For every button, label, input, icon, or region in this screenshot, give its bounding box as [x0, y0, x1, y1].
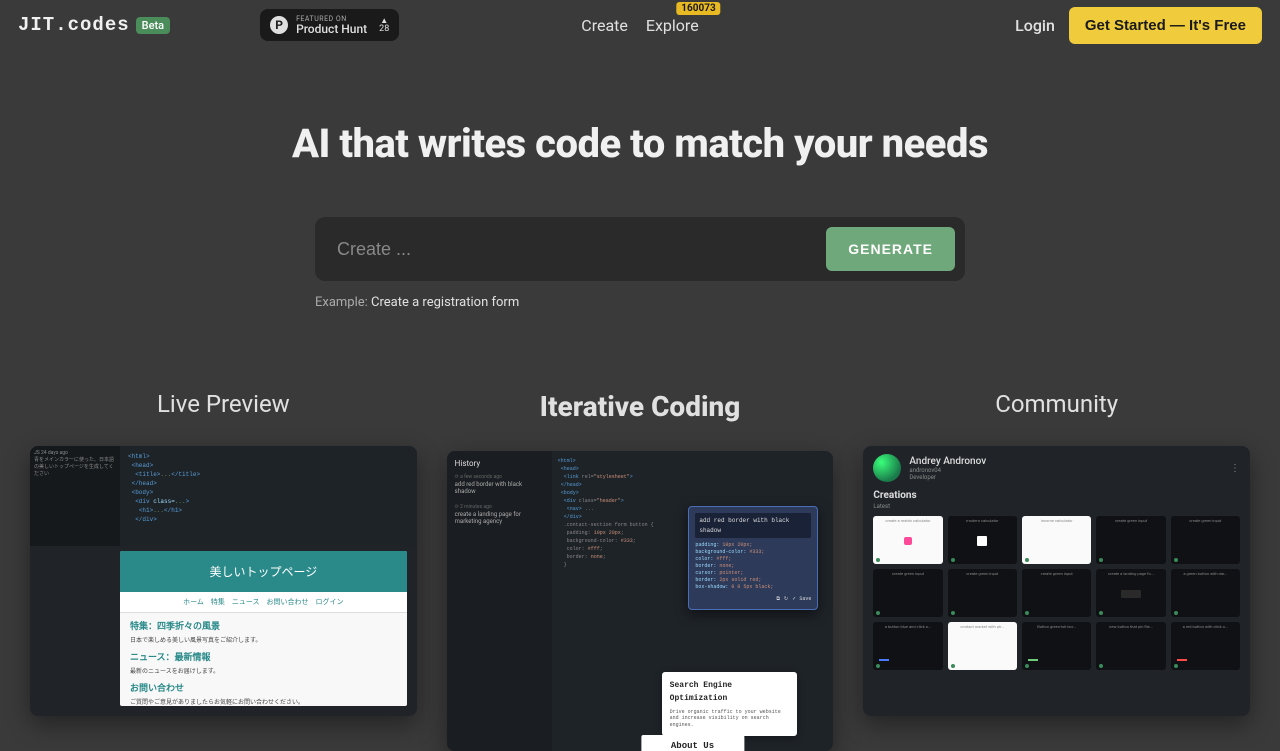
features-row: Live Preview JS 24 days ago 青をメインカラーに使った…	[0, 390, 1280, 751]
lp-p2: 最新のニュースをお届けします。	[130, 666, 397, 675]
community-mock: Andrey Andronov andronov04 Developer ⋮ C…	[863, 446, 1250, 716]
product-hunt-icon: P	[270, 16, 288, 34]
cm-tile: create green input	[1171, 516, 1240, 564]
feature-iterative-coding: Iterative Coding History ⟳ a few seconds…	[447, 390, 834, 751]
product-hunt-text: FEATURED ON Product Hunt	[296, 16, 367, 35]
feature-live-preview: Live Preview JS 24 days ago 青をメインカラーに使った…	[30, 390, 417, 751]
ic-code-panel: <html> <head> <link rel="stylesheet"> </…	[552, 451, 834, 751]
ic-about-label: About Us	[641, 735, 744, 751]
cm-grid: create a matrix calculator modern calcul…	[863, 516, 1250, 670]
cm-tile: modern calculator	[948, 516, 1017, 564]
ic-card-text: Drive organic traffic to your website an…	[670, 709, 789, 729]
generate-button[interactable]: GENERATE	[826, 227, 955, 271]
product-hunt-badge[interactable]: P FEATURED ON Product Hunt ▲ 28	[260, 9, 399, 41]
cm-tile: create green input	[1022, 569, 1091, 617]
lp-nav: ホーム 特集 ニュース お問い合わせ ログイン	[120, 592, 407, 613]
nav-right: Login Get Started — It's Free	[1015, 7, 1262, 44]
lp-p3: ご質問やご意見がありましたらお気軽にお問い合わせください。	[130, 697, 397, 706]
hero: AI that writes code to match your needs …	[0, 120, 1280, 310]
ic-history-item: ⟳ 2 minutes ago create a landing page fo…	[455, 504, 544, 526]
cm-tile: a button blue and click o...	[873, 622, 942, 670]
ic-history-title: History	[455, 459, 544, 468]
hero-title: AI that writes code to match your needs	[0, 120, 1280, 167]
ic-diff-popup: add red border with black shadow padding…	[688, 506, 818, 610]
ic-seo-card: Search Engine Optimization Drive organic…	[662, 672, 797, 736]
live-preview-mock: JS 24 days ago 青をメインカラーに使った、日本語の美しいトップペー…	[30, 446, 417, 716]
prompt-input[interactable]	[325, 229, 816, 270]
ph-upvote: ▲ 28	[379, 17, 389, 34]
ic-popup-save: Save	[799, 596, 811, 602]
ic-copy-icon: ⧉	[776, 595, 780, 603]
more-icon: ⋮	[1230, 463, 1240, 474]
example-prefix: Example:	[315, 295, 371, 310]
ic-history-item: ⟳ a few seconds ago add red border with …	[455, 474, 544, 496]
ic-popup-prompt: add red border with black shadow	[695, 513, 811, 538]
nav-center: Create Explore 160073	[581, 16, 698, 35]
lp-history-panel: JS 24 days ago 青をメインカラーに使った、日本語の美しいトップペー…	[30, 446, 120, 546]
cm-tile: a green button with dar...	[1171, 569, 1240, 617]
prompt-container: GENERATE	[315, 217, 965, 281]
nav-explore-badge: 160073	[676, 2, 720, 15]
nav-create[interactable]: Create	[581, 16, 628, 35]
avatar	[873, 454, 901, 482]
logo-text: JIT.codes	[18, 14, 130, 36]
cm-tile: income calculator	[1022, 516, 1091, 564]
cm-tile: a red button with click o...	[1171, 622, 1240, 670]
cm-user-role: Developer	[909, 474, 986, 481]
feature-iterative-title: Iterative Coding	[447, 390, 834, 423]
logo-area[interactable]: JIT.codes Beta	[18, 14, 170, 36]
cm-tile: create green input	[873, 569, 942, 617]
feature-live-preview-title: Live Preview	[30, 390, 417, 418]
example-line: Example: Create a registration form	[315, 295, 965, 310]
example-link[interactable]: Create a registration form	[371, 295, 519, 310]
lp-h3: お問い合わせ	[130, 681, 397, 694]
header: JIT.codes Beta P FEATURED ON Product Hun…	[0, 0, 1280, 50]
cm-tile: new button that pin file...	[1096, 622, 1165, 670]
ic-refresh-icon: ↻	[784, 595, 788, 603]
beta-badge: Beta	[136, 17, 170, 34]
iterative-mock: History ⟳ a few seconds ago add red bord…	[447, 451, 834, 751]
cm-user-handle: andronov04	[909, 467, 986, 474]
cm-tile: Button green-ish bor...	[1022, 622, 1091, 670]
ic-card-title: Search Engine Optimization	[670, 680, 789, 706]
feature-community: Community Andrey Andronov andronov04 Dev…	[863, 390, 1250, 751]
cm-tile: create a landing page fo...	[1096, 569, 1165, 617]
ic-history-panel: History ⟳ a few seconds ago add red bord…	[447, 451, 552, 751]
lp-rendered-page: 美しいトップページ ホーム 特集 ニュース お問い合わせ ログイン 特集：四季折…	[120, 551, 407, 706]
lp-h1: 特集：四季折々の風景	[130, 619, 397, 632]
cm-tile: create a matrix calculator	[873, 516, 942, 564]
cm-tile: contact market with ph...	[948, 622, 1017, 670]
cm-user-name: Andrey Andronov	[909, 456, 986, 467]
lp-hist-text: 青をメインカラーに使った、日本語の美しいトップページを生成してください	[34, 456, 116, 477]
nav-explore-label: Explore	[646, 16, 699, 35]
login-link[interactable]: Login	[1015, 16, 1055, 35]
lp-p1: 日本で楽しめる美しい風景写真をご紹介します。	[130, 635, 397, 644]
cta-button[interactable]: Get Started — It's Free	[1069, 7, 1262, 44]
cm-creations-header: Creations Latest	[863, 490, 1250, 510]
cm-profile-header: Andrey Andronov andronov04 Developer ⋮	[863, 446, 1250, 490]
cm-tile: create green input	[948, 569, 1017, 617]
lp-code-panel: <html> <head> <title>...</title> </head>…	[120, 446, 417, 546]
nav-explore[interactable]: Explore 160073	[646, 16, 699, 35]
ph-upvote-count: 28	[379, 25, 389, 34]
cm-creations-title: Creations	[873, 490, 1240, 501]
cm-tile: create green input	[1096, 516, 1165, 564]
lp-banner: 美しいトップページ	[120, 551, 407, 592]
feature-community-title: Community	[863, 390, 1250, 418]
lp-section: 特集：四季折々の風景 日本で楽しめる美しい風景写真をご紹介します。 ニュース：最…	[120, 613, 407, 706]
lp-h2: ニュース：最新情報	[130, 650, 397, 663]
cm-latest-label: Latest	[873, 503, 1240, 510]
ph-product-label: Product Hunt	[296, 23, 367, 35]
